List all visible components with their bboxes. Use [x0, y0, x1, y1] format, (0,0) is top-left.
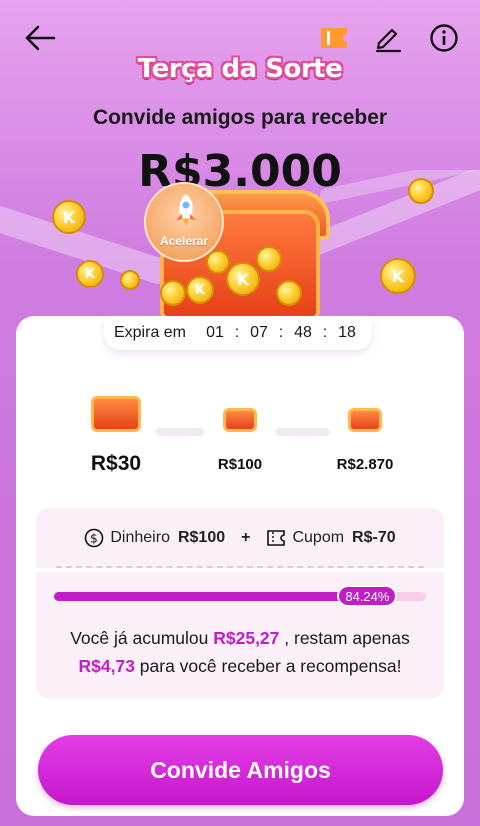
tier-label: R$30: [90, 452, 142, 475]
svg-text:$: $: [91, 532, 99, 546]
coin-icon: K: [52, 200, 86, 234]
cash-value: R$100: [177, 529, 226, 546]
coin-icon: K: [226, 262, 260, 296]
tier-item[interactable]: R$2.870: [332, 408, 398, 473]
coin-icon: [276, 280, 302, 306]
tier-connector: [276, 428, 330, 436]
accumulated-amount: R$25,27: [213, 628, 280, 648]
tier-label: R$100: [217, 456, 263, 473]
countdown-hours: 07: [250, 324, 268, 341]
coin-icon: [160, 280, 186, 306]
countdown-seconds: 18: [338, 324, 356, 341]
coin-icon: K: [380, 258, 416, 294]
tier-item[interactable]: R$100: [212, 408, 268, 473]
countdown-timer: Expira em 01 : 07 : 48 : 18: [104, 316, 372, 350]
accelerate-label: Acelerar: [159, 234, 209, 248]
progress-fill: [54, 592, 368, 601]
progress-section: 84.24% Você já acumulou R$25,27 , restam…: [36, 572, 444, 698]
remaining-amount: R$4,73: [78, 656, 135, 676]
treasure-chest-icon: [348, 408, 382, 432]
treasure-chest-icon: [223, 408, 257, 432]
cash-label: Dinheiro: [110, 529, 170, 546]
coin-icon: [120, 270, 140, 290]
dollar-circle-icon: $: [84, 528, 104, 548]
treasure-chest-icon: [91, 396, 141, 432]
rocket-icon: [176, 194, 196, 226]
countdown-separator: :: [234, 324, 240, 341]
coin-icon: [206, 250, 230, 274]
tier-connector: [156, 428, 204, 436]
hero-subtitle: Convide amigos para receber: [92, 106, 388, 129]
pencil-icon: [375, 28, 402, 53]
tier-label: R$2.870: [336, 456, 394, 473]
treasure-illustration: K K K K K: [0, 170, 480, 330]
coupon-value: R$-70: [352, 529, 396, 546]
progress-message: Você já acumulou R$25,27 , restam apenas…: [36, 624, 444, 680]
countdown-separator: :: [322, 324, 328, 341]
msg-text: Você já acumulou: [70, 628, 214, 648]
countdown-days: 01: [206, 324, 224, 341]
coupon-label: Cupom: [292, 529, 345, 546]
event-title-logo: Terça da Sorte: [137, 54, 343, 84]
ticket-button[interactable]: [314, 18, 354, 58]
coin-icon: [256, 246, 282, 272]
msg-text: , restam apenas: [279, 628, 410, 648]
msg-text: para você receber a recompensa!: [134, 656, 402, 676]
coupon-icon: [266, 529, 286, 547]
countdown-label: Expira em: [113, 324, 187, 341]
coin-icon: K: [76, 260, 104, 288]
tier-item[interactable]: R$30: [86, 396, 146, 476]
arrow-left-icon: [25, 25, 56, 51]
info-icon: [430, 24, 458, 52]
coin-icon: K: [186, 276, 214, 304]
info-button[interactable]: [424, 18, 464, 58]
plus-sign: +: [241, 529, 251, 546]
coin-icon: [408, 178, 434, 204]
accelerate-button[interactable]: Acelerar: [144, 182, 224, 262]
back-button[interactable]: [20, 18, 60, 58]
reward-tiers: R$30 R$100 R$2.870: [16, 392, 464, 492]
progress-percent-badge: 84.24%: [337, 585, 398, 607]
edit-button[interactable]: [368, 18, 408, 58]
invite-friends-button[interactable]: Convide Amigos: [38, 735, 443, 805]
ticket-icon: [321, 28, 347, 48]
reward-breakdown: $ Dinheiro R$100 + Cupom R$-70: [36, 508, 444, 568]
divider: [56, 566, 424, 568]
countdown-separator: :: [278, 324, 284, 341]
countdown-minutes: 48: [294, 324, 312, 341]
